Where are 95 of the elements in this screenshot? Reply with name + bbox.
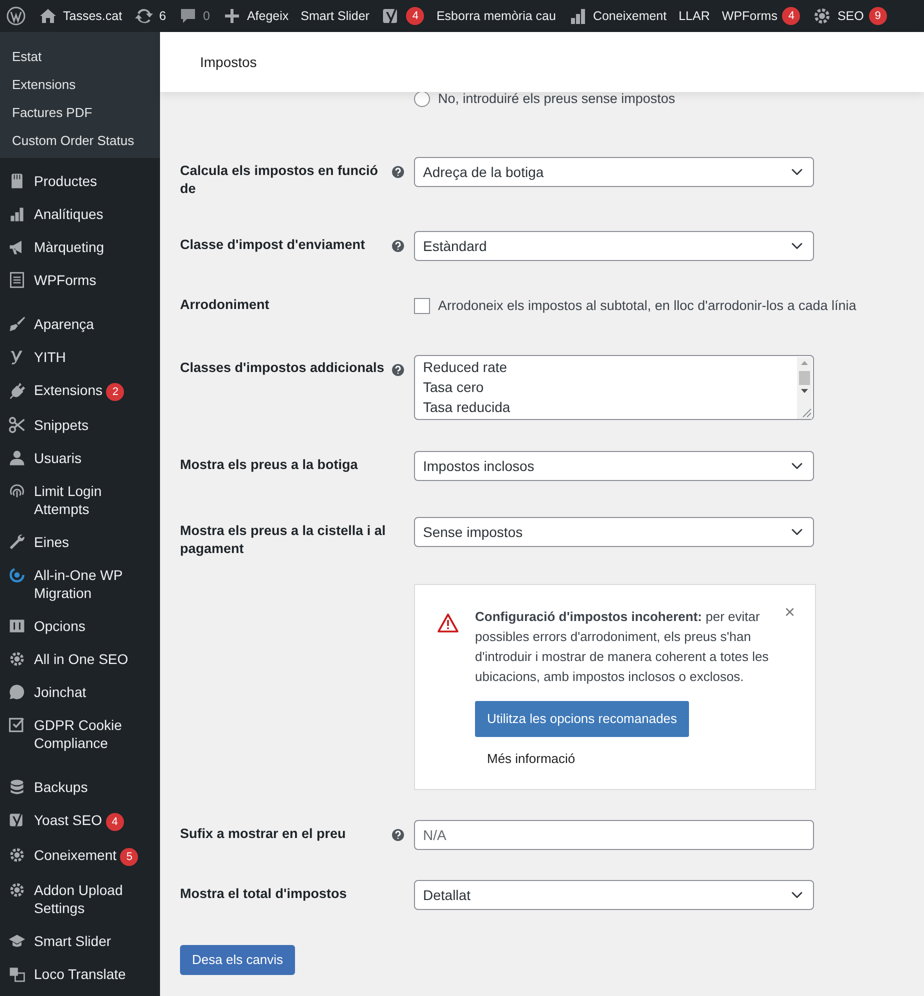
list-option[interactable]: Tasa cero (423, 377, 793, 397)
help-icon[interactable] (392, 364, 404, 376)
field-label: Arrodoniment (180, 297, 270, 312)
field-label: Classe d'impost d'enviament (180, 237, 365, 252)
menu-item[interactable]: Coneixement 5 (0, 838, 160, 873)
option-label: Arrodoneix els impostos al subtotal, en lloc d'arrodonir-los a cada línia (438, 297, 856, 315)
menu-item[interactable]: Aparença (0, 307, 160, 340)
menu-item[interactable]: Analítiques (0, 197, 160, 230)
multi-select-list[interactable]: Reduced rate Tasa cero Tasa reducida (414, 355, 814, 420)
help-icon[interactable] (392, 828, 404, 840)
scissors-icon (8, 416, 26, 434)
wrench-icon (8, 532, 26, 550)
checkbox[interactable] (414, 298, 430, 314)
admin-bar-item[interactable]: LLAR (672, 0, 716, 32)
menu-item[interactable]: Loco Translate (0, 957, 160, 990)
list-option[interactable]: Tasa reducida (423, 397, 793, 417)
menu-item[interactable]: Extensions 2 (0, 373, 160, 408)
dropdown[interactable]: Adreça de la botiga (414, 157, 814, 187)
more-info-link[interactable]: Més informació (487, 749, 576, 768)
admin-bar-item[interactable]: WPForms 4 (716, 0, 806, 32)
warning-icon (437, 613, 459, 633)
menu-item[interactable]: Joinchat (0, 675, 160, 708)
menu-item[interactable]: GDPR Cookie Compliance (0, 708, 160, 759)
menu-item[interactable]: Productes (0, 164, 160, 197)
form-icon (8, 270, 26, 288)
count-badge: 9 (868, 7, 887, 25)
chat-bubble-icon (8, 682, 26, 700)
menu-item[interactable]: All in One SEO (0, 642, 160, 675)
brush-icon (8, 314, 26, 332)
dropdown[interactable]: Sense impostos (414, 517, 814, 547)
close-button[interactable]: × (784, 603, 795, 621)
menu-item[interactable]: Usuaris (0, 441, 160, 474)
field-label: Classes d'impostos addicionals (180, 360, 384, 375)
menu-item[interactable]: All-in-One WP Migration (0, 558, 160, 609)
admin-bar-item[interactable]: Tasses.cat (32, 0, 128, 32)
option-label: No, introduiré els preus sense impostos (438, 90, 676, 108)
user-icon (8, 448, 26, 466)
field-label: Mostra els preus a la cistella i al pagament (180, 523, 386, 556)
dropdown[interactable]: Detallat (414, 880, 814, 910)
menu-item[interactable]: YITH (0, 340, 160, 373)
menu-item[interactable]: Addon Upload Settings (0, 873, 160, 924)
menu-item[interactable]: Yoast SEO 4 (0, 803, 160, 838)
scrollbar-icon (797, 357, 812, 419)
menu-item[interactable]: Backups (0, 770, 160, 803)
admin-bar-item[interactable]: Smart Slider (294, 0, 376, 32)
submenu-item[interactable]: Extensions (0, 71, 160, 99)
submenu-item[interactable]: Factures PDF (0, 99, 160, 127)
recommended-options-button[interactable]: Utilitza les opcions recomanades (475, 701, 690, 737)
plug-icon (8, 380, 26, 398)
gear-icon (8, 650, 26, 668)
dropdown[interactable]: Impostos inclosos (414, 451, 814, 481)
input-field[interactable]: N/A (414, 820, 814, 850)
submenu-item[interactable]: Custom Order Status (0, 127, 160, 155)
admin-bar-item[interactable]: 6 (128, 0, 172, 32)
notice-text: Configuració d'impostos incoherent: per evitar possibles errors d'arrodoniment, els preus s'han d'introduir i mostrar de manera coherent a totes les ubicacions, amb impostos inclosos o exclosos. (475, 608, 770, 686)
database-icon (8, 778, 26, 796)
menu-item[interactable]: Opcions (0, 609, 160, 642)
radio-button[interactable] (414, 91, 430, 108)
menu-item[interactable]: WPForms (0, 263, 160, 296)
count-badge: 4 (782, 7, 800, 25)
admin-bar-item[interactable]: Afegeix (216, 0, 295, 32)
gear-icon (8, 846, 26, 864)
admin-bar-item[interactable]: Esborra memòria cau (430, 0, 562, 32)
refresh-icon (134, 6, 154, 26)
home-icon (38, 6, 58, 26)
dropdown[interactable]: Estàndard (414, 231, 814, 261)
menu-item[interactable]: Màrqueting (0, 230, 160, 263)
help-icon[interactable] (392, 240, 404, 252)
gear-icon (8, 880, 26, 898)
field-label: Mostra el total d'impostos (180, 886, 347, 900)
fingerprint-icon (8, 482, 26, 500)
count-badge: 5 (120, 848, 138, 866)
w-logo-icon (6, 6, 26, 26)
menu-item[interactable]: Eines (0, 525, 160, 558)
field-label: Sufix a mostrar en el preu (180, 826, 346, 840)
field-label: Calcula els impostos en funció de (180, 163, 378, 196)
bar-chart-icon (8, 204, 26, 222)
field-label: Mostra els preus a la botiga (180, 457, 358, 472)
count-badge: 4 (106, 812, 124, 830)
menu-item[interactable]: Snippets (0, 408, 160, 441)
help-icon[interactable] (392, 166, 404, 178)
list-option[interactable]: Reduced rate (423, 357, 793, 377)
admin-bar-item[interactable]: 0 (172, 0, 216, 32)
admin-bar-item[interactable]: SEO 9 (806, 0, 893, 32)
menu-item[interactable]: Smart Slider (0, 924, 160, 957)
save-button[interactable]: Desa els canvis (180, 944, 296, 974)
submenu-item[interactable]: Estat (0, 43, 160, 71)
page-title: Impostos (200, 52, 257, 72)
menu-item[interactable]: Limit Login Attempts (0, 474, 160, 525)
checkbox-icon (8, 716, 26, 734)
count-badge: 4 (406, 7, 424, 25)
gear-icon (812, 6, 832, 26)
admin-bar-item[interactable]: Coneixement (562, 0, 673, 32)
count-badge: 2 (106, 382, 124, 400)
admin-bar-item[interactable]: 4 (375, 0, 430, 32)
